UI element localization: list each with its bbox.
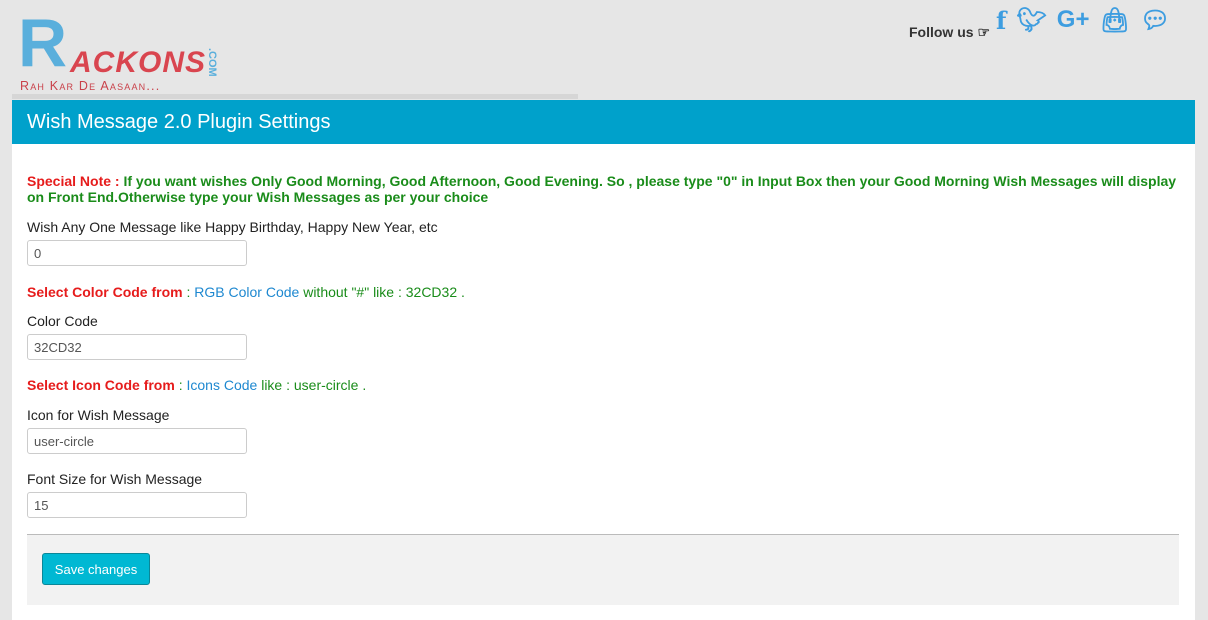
color-code-input[interactable]	[27, 334, 247, 360]
icon-hint-prefix: Select Icon Code from	[27, 377, 175, 393]
font-size-label: Font Size for Wish Message	[27, 471, 203, 487]
icon-hint-rest: like : user-circle .	[257, 377, 367, 393]
follow-us-label: Follow us ☞	[909, 24, 990, 40]
logo-com: .COM	[206, 48, 218, 77]
icon-input[interactable]	[27, 428, 247, 454]
panel-footer: Save changes	[27, 534, 1179, 605]
twitter-icon[interactable]: 🐦︎	[1016, 6, 1046, 35]
color-hint-rest: without "#" like : 32CD32 .	[299, 284, 465, 300]
rgb-color-code-link[interactable]: RGB Color Code	[194, 284, 299, 300]
note-prefix: Special Note :	[27, 173, 120, 189]
icon-hint-colon: :	[174, 377, 187, 393]
divider	[12, 94, 578, 99]
comments-icon[interactable]: 💬︎	[1140, 6, 1170, 35]
wish-label: Wish Any One Message like Happy Birthday…	[27, 219, 438, 235]
social-links: f 🐦︎ G+ 👜︎ 💬︎	[996, 6, 1170, 35]
facebook-icon[interactable]: f	[996, 6, 1006, 35]
logo: R ACKONS .COM Rah Kar De Aasaan...	[18, 8, 223, 94]
logo-tagline: Rah Kar De Aasaan...	[20, 79, 161, 93]
logo-text: ACKONS	[70, 46, 207, 79]
note-text: If you want wishes Only Good Morning, Go…	[27, 173, 1177, 205]
icons-code-link[interactable]: Icons Code	[186, 377, 257, 393]
color-hint-colon: :	[182, 284, 195, 300]
settings-panel: Wish Message 2.0 Plugin Settings Special…	[12, 100, 1195, 620]
panel-title: Wish Message 2.0 Plugin Settings	[12, 100, 1195, 144]
icon-hint: Select Icon Code from : Icons Code like …	[27, 377, 366, 393]
color-hint-prefix: Select Color Code from	[27, 284, 183, 300]
google-plus-icon[interactable]: G+	[1057, 6, 1090, 35]
color-hint: Select Color Code from : RGB Color Code …	[27, 284, 465, 300]
wish-message-input[interactable]	[27, 240, 247, 266]
color-label: Color Code	[27, 313, 98, 329]
special-note: Special Note : If you want wishes Only G…	[27, 173, 1187, 205]
save-button[interactable]: Save changes	[42, 553, 150, 585]
font-size-input[interactable]	[27, 492, 247, 518]
shopping-bag-icon[interactable]: 👜︎	[1099, 6, 1129, 35]
icon-label: Icon for Wish Message	[27, 407, 170, 423]
logo-letter: R	[18, 5, 67, 81]
